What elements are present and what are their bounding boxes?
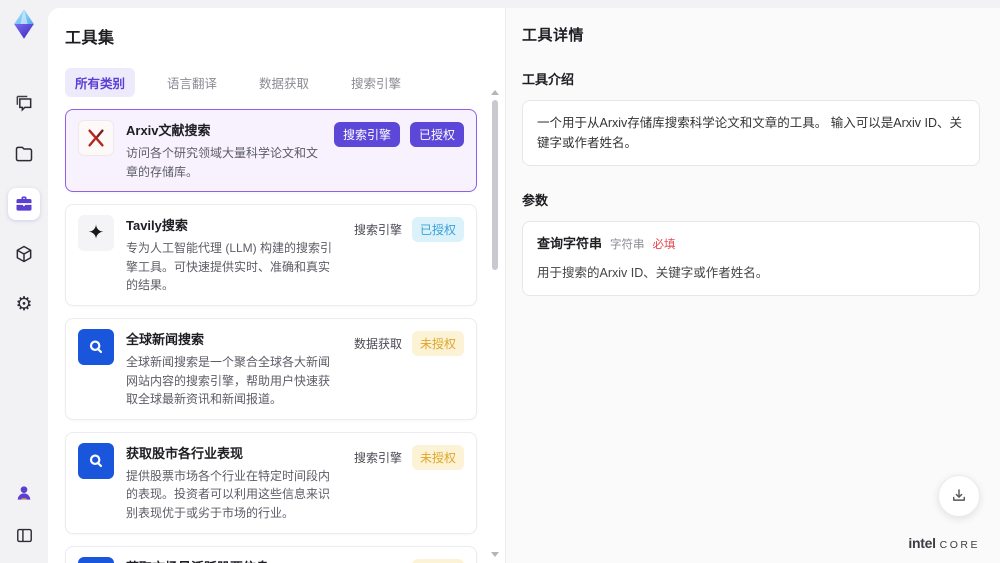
category-label: 搜索引擎 <box>353 223 402 238</box>
auth-status-chip: 已授权 <box>409 122 464 147</box>
tools-list-panel: 工具集 所有类别 语言翻译 数据获取 搜索引擎 Arxiv文献搜索 访问各个研究… <box>48 8 506 563</box>
details-title: 工具详情 <box>522 27 585 44</box>
category-tabs: 所有类别 语言翻译 数据获取 搜索引擎 <box>65 68 477 97</box>
list-scrollbar[interactable] <box>491 90 499 557</box>
sidebar-item-files[interactable] <box>8 138 40 170</box>
category-chip: 搜索引擎 <box>333 122 400 147</box>
tool-card-list: Arxiv文献搜索 访问各个研究领域大量科学论文和文章的存储库。 搜索引擎 已授… <box>65 109 477 563</box>
chat-icon <box>16 95 32 112</box>
gear-icon: ⚙ <box>15 293 33 315</box>
intel-wordmark: intel <box>908 535 936 551</box>
auth-status-badge: 未授权 <box>411 444 464 470</box>
tool-name: Arxiv文献搜索 <box>126 123 211 138</box>
tool-intro-box: 一个用于从Arxiv存储库搜索科学论文和文章的工具。 输入可以是Arxiv ID… <box>522 100 980 166</box>
core-wordmark: CORE <box>939 539 980 551</box>
tool-name: 获取股市各行业表现 <box>126 445 244 461</box>
category-label: 数据获取 <box>353 336 402 351</box>
tool-description: 专为人工智能代理 (LLM) 构建的搜索引擎工具。可快速提供实时、准确和真实的结… <box>126 241 333 293</box>
sidebar-item-tools[interactable] <box>8 188 40 220</box>
tool-name: 获取市场最活跃股票信息 <box>126 557 342 563</box>
scroll-down-icon[interactable] <box>491 552 499 557</box>
sidebar-item-settings[interactable]: ⚙ <box>8 288 40 320</box>
app-sidebar: ⚙ <box>0 0 48 563</box>
tool-description: 全球新闻搜索是一个聚合全球各大新闻网站内容的搜索引擎，帮助用户快速获取全球最新资… <box>126 354 331 407</box>
panel-icon <box>16 528 32 542</box>
tool-description: 访问各个研究领域大量科学论文和文章的存储库。 <box>126 146 319 179</box>
blue-search-icon <box>78 328 114 365</box>
blue-search-icon <box>78 442 114 479</box>
tool-card-arxiv[interactable]: Arxiv文献搜索 访问各个研究领域大量科学论文和文章的存储库。 搜索引擎 已授… <box>65 109 477 193</box>
tab-data-fetching[interactable]: 数据获取 <box>249 68 319 97</box>
auth-status-badge: 未授权 <box>411 558 464 563</box>
tool-card-tavily[interactable]: ✦ Tavily搜索 专为人工智能代理 (LLM) 构建的搜索引擎工具。可快速提… <box>65 204 477 306</box>
tool-card-most-active-stocks[interactable]: 获取市场最活跃股票信息 提供当天交易量最高的股票列表，投资者可以利用这些信息来识… <box>65 545 477 563</box>
download-icon <box>953 489 965 501</box>
param-required-badge: 必填 <box>652 239 676 251</box>
tool-description: 提供股票市场各个行业在特定时间段内的表现。投资者可以利用这些信息来识别表现优于或… <box>126 468 331 520</box>
tool-card-global-news[interactable]: 全球新闻搜索 全球新闻搜索是一个聚合全球各大新闻网站内容的搜索引擎，帮助用户快速… <box>65 317 477 420</box>
cube-icon <box>16 245 32 263</box>
briefcase-icon <box>16 196 32 211</box>
main-surface: 工具集 所有类别 语言翻译 数据获取 搜索引擎 Arxiv文献搜索 访问各个研究… <box>48 8 1000 563</box>
tool-name: 全球新闻搜索 <box>126 331 205 347</box>
tab-language-translation[interactable]: 语言翻译 <box>157 68 227 97</box>
download-button[interactable] <box>938 475 980 517</box>
app-logo-icon <box>14 9 34 39</box>
category-label: 搜索引擎 <box>354 559 402 563</box>
tool-details-panel: 工具详情 工具介绍 一个用于从Arxiv存储库搜索科学论文和文章的工具。 输入可… <box>506 8 1000 563</box>
params-section-label: 参数 <box>522 193 549 208</box>
intro-section-label: 工具介绍 <box>522 72 575 87</box>
auth-status-badge: 已授权 <box>411 217 464 243</box>
arxiv-icon <box>78 120 114 156</box>
intel-core-logo: intel CORE <box>908 535 980 551</box>
scrollbar-thumb[interactable] <box>492 100 498 270</box>
tavily-icon: ✦ <box>78 215 114 252</box>
auth-status-badge: 未授权 <box>411 330 464 356</box>
collapse-sidebar-button[interactable] <box>8 519 40 551</box>
scroll-up-icon[interactable] <box>491 90 499 95</box>
tool-card-sector-performance[interactable]: 获取股市各行业表现 提供股票市场各个行业在特定时间段内的表现。投资者可以利用这些… <box>65 431 477 534</box>
tool-name: Tavily搜索 <box>126 218 188 234</box>
param-box: 查询字符串 字符串 必填 用于搜索的Arxiv ID、关键字或作者姓名。 <box>522 221 980 296</box>
param-name: 查询字符串 <box>537 236 603 251</box>
tab-all-categories[interactable]: 所有类别 <box>65 68 136 97</box>
sidebar-item-models[interactable] <box>8 238 40 270</box>
folder-icon <box>15 146 33 162</box>
tab-search-engine[interactable]: 搜索引擎 <box>341 68 411 97</box>
user-avatar[interactable] <box>8 477 40 509</box>
param-description: 用于搜索的Arxiv ID、关键字或作者姓名。 <box>537 265 769 280</box>
param-type: 字符串 <box>610 239 645 251</box>
user-icon <box>17 486 31 500</box>
sidebar-item-chat[interactable] <box>8 88 40 120</box>
blue-search-icon <box>78 556 114 563</box>
page-title: 工具集 <box>65 30 115 47</box>
category-label: 搜索引擎 <box>353 450 402 465</box>
